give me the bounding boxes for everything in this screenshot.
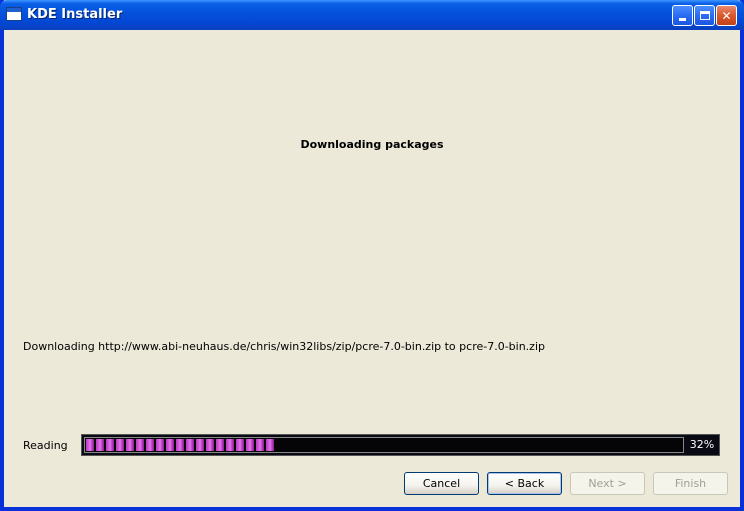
installer-window: KDE Installer ✕ Downloading packages Dow… <box>0 0 744 511</box>
progress-label: Reading <box>23 439 68 452</box>
next-button[interactable]: Next > <box>570 472 645 495</box>
finish-button[interactable]: Finish <box>653 472 728 495</box>
maximize-icon <box>699 11 710 20</box>
minimize-icon <box>679 18 686 21</box>
back-button[interactable]: < Back <box>487 472 562 495</box>
close-button[interactable]: ✕ <box>716 5 737 26</box>
maximize-button[interactable] <box>694 5 715 26</box>
title-bar[interactable]: KDE Installer ✕ <box>0 0 744 30</box>
window-icon[interactable] <box>6 7 22 21</box>
progress-fill <box>86 439 276 451</box>
minimize-button[interactable] <box>672 5 693 26</box>
progress-track <box>84 437 684 453</box>
page-title: Downloading packages <box>300 138 444 151</box>
download-status-text: Downloading http://www.abi-neuhaus.de/ch… <box>23 340 545 353</box>
progress-bar: 32% <box>81 434 720 456</box>
window-title: KDE Installer <box>27 7 123 22</box>
cancel-button[interactable]: Cancel <box>404 472 479 495</box>
close-icon: ✕ <box>721 8 732 23</box>
progress-percent: 32% <box>689 438 715 451</box>
